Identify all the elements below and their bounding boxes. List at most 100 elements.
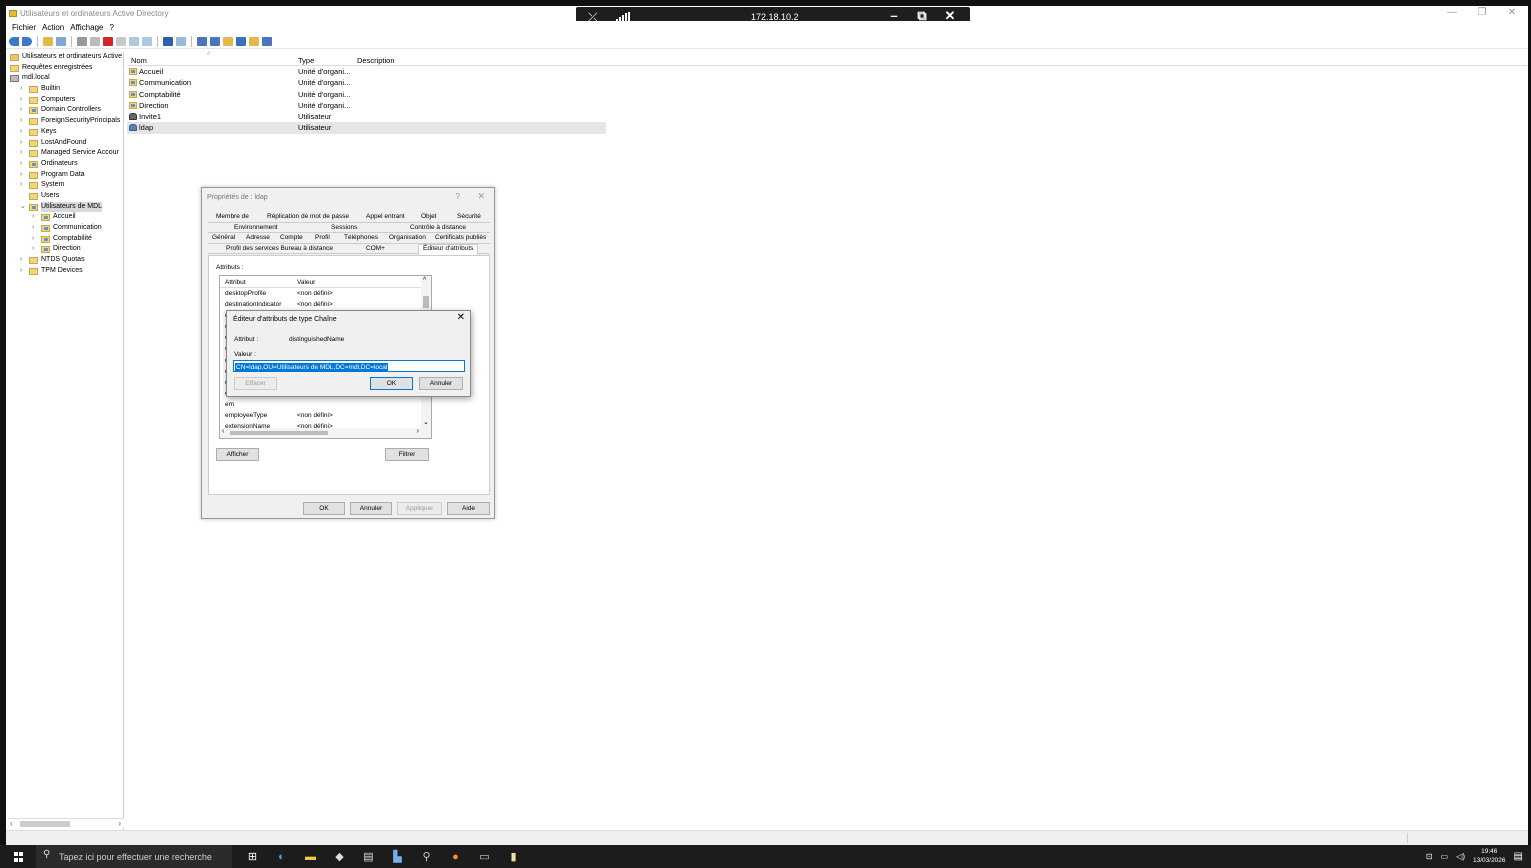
properties-icon[interactable] [116,37,126,46]
display-tray-icon[interactable]: ▭ [1441,852,1449,861]
copy-icon[interactable] [90,37,100,46]
list-item[interactable]: Accueil Unité d'organi... [127,66,606,77]
scroll-left-icon[interactable]: ‹ [222,428,224,435]
scroll-left-icon[interactable]: ‹ [10,819,13,828]
attribute-row[interactable]: employeeType <non défini> [220,410,431,421]
tab-telephones[interactable]: Téléphones [344,234,378,241]
value-input[interactable]: CN=ldap,OU=Utilisateurs de MDL,DC=mdl,DC… [233,360,465,372]
restore-icon[interactable]: ❐ [1474,7,1490,18]
scroll-up-icon[interactable]: ^ [423,277,426,284]
tree-item[interactable]: › Comptabilité [8,234,123,245]
tree-item[interactable]: › Domain Controllers [8,105,123,116]
tree-item[interactable]: › Direction [8,244,123,255]
apply-button[interactable]: Appliquer [397,502,442,515]
notifications-icon[interactable]: ▤ [1514,851,1523,862]
close-icon[interactable]: ✕ [1504,7,1520,18]
tree-item[interactable]: ⌄mdl.local [8,73,123,84]
string-ok-button[interactable]: OK [370,377,413,390]
list-item[interactable]: Communication Unité d'organi... [127,77,606,88]
tab-attribute-editor[interactable]: Éditeur d'attributs [418,243,479,255]
chevron-right-icon[interactable]: › [32,212,40,223]
attribute-row[interactable]: desktopProfile <non défini> [220,288,431,299]
action-pane-icon[interactable] [176,37,186,46]
tab-password-replication[interactable]: Réplication de mot de passe [267,213,349,220]
tree-item[interactable]: › Keys [8,127,123,138]
column-value[interactable]: Valeur [297,279,315,286]
server-manager-icon[interactable]: ◆ [331,848,348,865]
vertical-scroll-thumb[interactable] [423,296,429,308]
scroll-right-icon[interactable]: › [118,819,121,828]
tab-organization[interactable]: Organisation [389,234,426,241]
chevron-right-icon[interactable]: › [20,148,28,159]
edge-browser-icon[interactable]: ◐ [273,848,290,865]
chevron-right-icon[interactable]: › [20,266,28,277]
minimize-icon[interactable]: — [1444,7,1460,18]
tree-item[interactable]: › Communication [8,223,123,234]
tree-horizontal-scrollbar[interactable]: ‹ › [8,818,124,828]
tab-account[interactable]: Compte [280,234,303,241]
attribute-horizontal-scrollbar[interactable]: ‹ › [220,428,431,438]
clear-button[interactable]: Effacer [234,377,277,390]
chevron-right-icon[interactable]: › [20,127,28,138]
chevron-right-icon[interactable]: › [20,170,28,181]
export-list-icon[interactable] [142,37,152,46]
windows-start-icon[interactable] [14,852,24,862]
tree-item[interactable]: › Managed Service Accour [8,148,123,159]
tab-object[interactable]: Objet [421,213,437,220]
menu-action[interactable]: Action [41,21,69,35]
chevron-right-icon[interactable]: › [20,138,28,149]
tab-dial-in[interactable]: Appel entrant [366,213,405,220]
tree-item[interactable]: › Builtin [8,84,123,95]
list-item[interactable]: ldap Utilisateur [127,122,606,134]
tree-item[interactable]: › ForeignSecurityPrincipals [8,116,123,127]
menu-fichier[interactable]: Fichier [11,21,41,35]
up-folder-icon[interactable] [43,37,53,46]
tab-profile[interactable]: Profil [315,234,330,241]
tree-item[interactable]: › LostAndFound [8,138,123,149]
dialog-close-icon[interactable]: ✕ [477,191,485,202]
horizontal-scroll-thumb[interactable] [230,431,328,435]
string-editor-close-icon[interactable]: ✕ [457,312,465,323]
ok-button[interactable]: OK [303,502,345,515]
forward-arrow-icon[interactable] [22,37,32,46]
tab-sessions[interactable]: Sessions [331,224,357,231]
tree-item[interactable]: Users [8,191,123,202]
volume-tray-icon[interactable]: ◁) [1456,852,1465,861]
clock[interactable]: 19:46 13/03/2026 [1473,847,1506,865]
chevron-right-icon[interactable]: › [32,223,40,234]
add-to-group-icon[interactable] [262,37,272,46]
list-item[interactable]: Invite1 Utilisateur [127,111,606,122]
task-view-icon[interactable]: ⊞ [244,848,261,865]
notepad-icon[interactable]: ▮ [505,848,522,865]
network-tray-icon[interactable]: ⊡ [1426,852,1433,861]
tab-environment[interactable]: Environnement [234,224,278,231]
new-ou-icon[interactable] [223,37,233,46]
chevron-right-icon[interactable]: › [32,234,40,245]
chevron-right-icon[interactable]: › [32,244,40,255]
help-icon[interactable] [163,37,173,46]
chevron-down-icon[interactable]: ⌄ [20,202,28,213]
ad-users-computers-icon[interactable]: ▙ [389,848,406,865]
cancel-button[interactable]: Annuler [350,502,392,515]
chevron-right-icon[interactable]: › [20,180,28,191]
tree-item[interactable]: › TPM Devices [8,266,123,277]
cut-icon[interactable] [77,37,87,46]
show-tree-icon[interactable] [56,37,66,46]
delete-icon[interactable] [103,37,113,46]
dialog-help-icon[interactable]: ? [456,192,460,201]
tree-item[interactable]: ›Requêtes enregistrées [8,63,123,74]
back-arrow-icon[interactable] [9,37,19,46]
tab-remote-control[interactable]: Contrôle à distance [410,224,466,231]
list-item[interactable]: Comptabilité Unité d'organi... [127,89,606,100]
chevron-right-icon[interactable]: › [20,159,28,170]
tree-item[interactable]: ⌄ Utilisateurs de MDL [8,201,123,213]
column-type[interactable]: Type [298,56,314,65]
menu-affichage[interactable]: Affichage [69,21,108,35]
tab-com-plus[interactable]: COM+ [366,245,385,252]
tab-security[interactable]: Sécurité [457,213,481,220]
chevron-right-icon[interactable]: › [20,105,28,116]
terminal-icon[interactable]: ▭ [476,848,493,865]
value-input-selected-text[interactable]: CN=ldap,OU=Utilisateurs de MDL,DC=mdl,DC… [235,363,389,372]
tree-item[interactable]: › Program Data [8,170,123,181]
column-attribute[interactable]: Attribut [225,279,246,286]
